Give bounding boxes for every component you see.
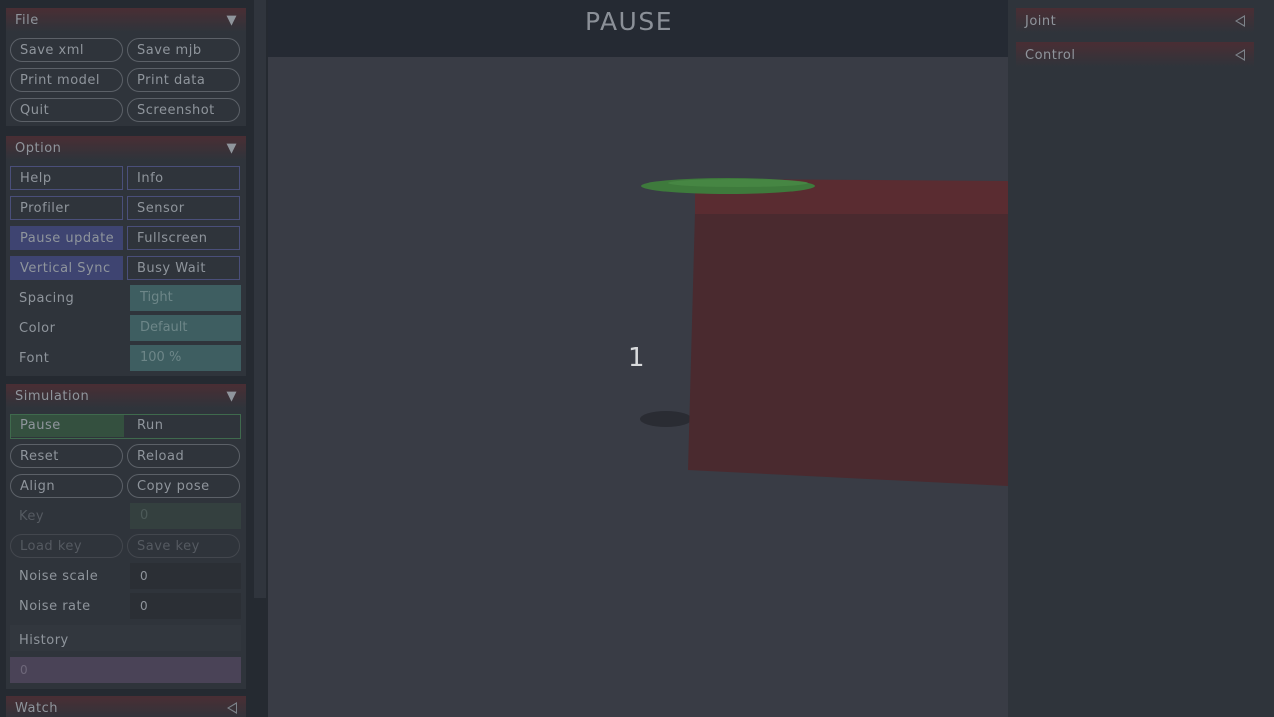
noise-scale-input[interactable]: 0	[130, 563, 241, 589]
reload-button[interactable]: Reload	[127, 444, 240, 468]
simulation-section: Simulation ▼ Pause Run Reset Reload Alig…	[6, 384, 246, 689]
status-bar: PAUSE	[268, 0, 1008, 57]
info-toggle[interactable]: Info	[127, 166, 240, 190]
busy-wait-toggle[interactable]: Busy Wait	[127, 256, 240, 280]
align-button[interactable]: Align	[10, 474, 123, 498]
frame-label: 1	[628, 343, 645, 373]
noise-rate-input[interactable]: 0	[130, 593, 241, 619]
pause-update-toggle[interactable]: Pause update	[10, 226, 123, 250]
key-label: Key	[19, 509, 45, 524]
option-section-title: Option	[15, 141, 62, 156]
watch-section: Watch	[6, 696, 246, 717]
capsule-shadow	[640, 411, 692, 427]
file-section: File ▼ Save xml Save mjb Print model Pri…	[6, 8, 246, 126]
history-label: History	[19, 633, 69, 648]
3d-viewport[interactable]: PAUSE 1	[268, 0, 1008, 717]
pause-title: PAUSE	[584, 7, 674, 36]
key-slider[interactable]: 0	[130, 503, 241, 529]
pause-run-radio: Pause Run	[10, 414, 241, 439]
option-section-header[interactable]: Option ▼	[6, 136, 246, 160]
left-ui-panel: File ▼ Save xml Save mjb Print model Pri…	[0, 0, 268, 717]
simulation-section-title: Simulation	[15, 389, 90, 404]
quit-button[interactable]: Quit	[10, 98, 123, 122]
simulation-section-header[interactable]: Simulation ▼	[6, 384, 246, 408]
profiler-toggle[interactable]: Profiler	[10, 196, 123, 220]
chevron-down-icon: ▼	[226, 141, 237, 156]
chevron-down-icon: ▼	[226, 13, 237, 28]
save-key-button[interactable]: Save key	[127, 534, 240, 558]
font-label: Font	[19, 351, 50, 366]
right-ui-panel: Joint Control	[1008, 0, 1274, 717]
color-label: Color	[19, 321, 56, 336]
mujoco-simulate-window: File ▼ Save xml Save mjb Print model Pri…	[0, 0, 1274, 717]
control-section-title: Control	[1025, 48, 1076, 63]
print-model-button[interactable]: Print model	[10, 68, 123, 92]
box-front-face	[688, 211, 1008, 486]
load-key-button[interactable]: Load key	[10, 534, 123, 558]
copy-pose-button[interactable]: Copy pose	[127, 474, 240, 498]
screenshot-button[interactable]: Screenshot	[127, 98, 240, 122]
left-panel-scrollbar[interactable]	[254, 0, 266, 598]
watch-section-title: Watch	[15, 701, 58, 716]
collapse-arrow-icon	[227, 702, 237, 714]
history-header: History	[10, 625, 241, 651]
file-section-title: File	[15, 13, 39, 28]
noise-scale-label: Noise scale	[19, 569, 99, 584]
spacing-select[interactable]: Tight	[130, 285, 241, 311]
joint-section-header[interactable]: Joint	[1016, 8, 1254, 33]
collapse-arrow-icon	[1235, 15, 1245, 27]
noise-rate-label: Noise rate	[19, 599, 91, 614]
print-data-button[interactable]: Print data	[127, 68, 240, 92]
sensor-toggle[interactable]: Sensor	[127, 196, 240, 220]
vertical-sync-toggle[interactable]: Vertical Sync	[10, 256, 123, 280]
save-mjb-button[interactable]: Save mjb	[127, 38, 240, 62]
option-section: Option ▼ Help Info Profiler Sensor Pause…	[6, 136, 246, 376]
watch-section-header[interactable]: Watch	[6, 696, 246, 717]
reset-button[interactable]: Reset	[10, 444, 123, 468]
help-toggle[interactable]: Help	[10, 166, 123, 190]
run-radio[interactable]: Run	[128, 415, 238, 437]
chevron-down-icon: ▼	[226, 389, 237, 404]
color-select[interactable]: Default	[130, 315, 241, 341]
fullscreen-toggle[interactable]: Fullscreen	[127, 226, 240, 250]
file-section-header[interactable]: File ▼	[6, 8, 246, 32]
font-select[interactable]: 100 %	[130, 345, 241, 371]
spacing-label: Spacing	[19, 291, 75, 306]
save-xml-button[interactable]: Save xml	[10, 38, 123, 62]
collapse-arrow-icon	[1235, 49, 1245, 61]
history-slider[interactable]: 0	[10, 657, 241, 683]
joint-section-title: Joint	[1025, 14, 1057, 29]
capsule-highlight	[668, 179, 808, 187]
control-section-header[interactable]: Control	[1016, 42, 1254, 67]
pause-radio[interactable]: Pause	[11, 415, 124, 437]
